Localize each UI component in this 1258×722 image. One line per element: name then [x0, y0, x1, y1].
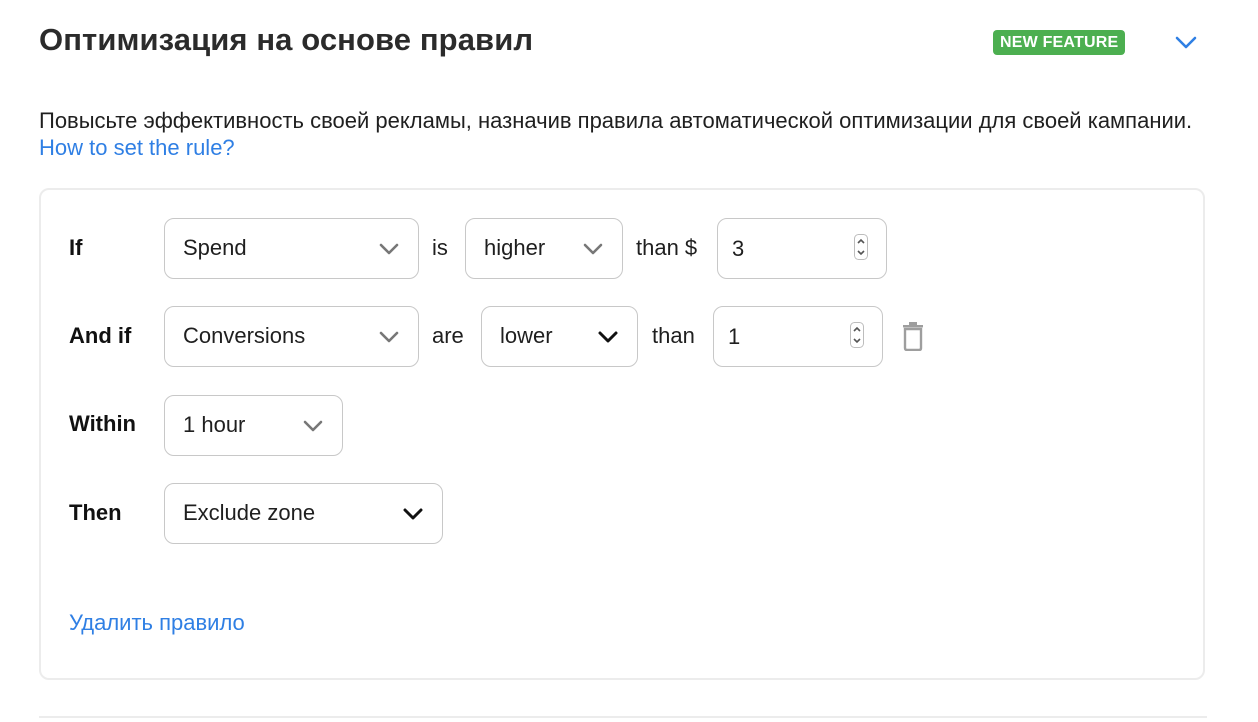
metric-select-2-value: Conversions	[183, 323, 306, 348]
and-if-label: And if	[69, 323, 132, 348]
chevron-down-icon	[583, 243, 603, 255]
comparison-select-2[interactable]: lower	[481, 306, 638, 367]
stepper-icon[interactable]	[854, 234, 868, 260]
comparison-select-2-value: lower	[500, 323, 553, 348]
section-description: Повысьте эффективность своей рекламы, на…	[39, 107, 1214, 161]
if-label: If	[69, 235, 83, 260]
stepper-icon[interactable]	[850, 322, 864, 348]
metric-select-1[interactable]: Spend	[164, 218, 419, 279]
section-header: Оптимизация на основе правил NEW FEATURE	[39, 22, 1207, 66]
than-dollar-text: than $	[636, 235, 698, 260]
than-text: than	[652, 323, 695, 348]
section-title: Оптимизация на основе правил	[39, 22, 534, 57]
spend-value-input[interactable]: 3	[717, 218, 887, 279]
action-select[interactable]: Exclude zone	[164, 483, 443, 544]
action-select-value: Exclude zone	[183, 500, 316, 525]
chevron-down-icon	[379, 243, 399, 255]
new-feature-badge: NEW FEATURE	[993, 30, 1126, 55]
collapse-button[interactable]	[1171, 28, 1201, 58]
metric-select-2[interactable]: Conversions	[164, 306, 419, 367]
within-label: Within	[69, 411, 136, 436]
description-text: Повысьте эффективность своей рекламы, на…	[39, 108, 1193, 133]
are-text: are	[432, 323, 464, 348]
comparison-select-1-value: higher	[484, 235, 546, 260]
chevron-down-icon	[379, 331, 399, 343]
how-to-set-rule-link[interactable]: How to set the rule?	[39, 135, 235, 160]
comparison-select-1[interactable]: higher	[465, 218, 623, 279]
period-select-value: 1 hour	[183, 412, 246, 437]
section-divider	[39, 716, 1207, 718]
chevron-down-icon	[598, 331, 618, 343]
spend-value: 3	[732, 236, 745, 261]
delete-rule-link[interactable]: Удалить правило	[69, 610, 245, 636]
trash-icon[interactable]	[900, 321, 926, 351]
chevron-down-icon	[303, 420, 323, 432]
is-text: is	[432, 235, 448, 260]
then-label: Then	[69, 500, 122, 525]
conversions-value: 1	[728, 324, 741, 349]
conversions-value-input[interactable]: 1	[713, 306, 883, 367]
metric-select-1-value: Spend	[183, 235, 247, 260]
chevron-down-icon	[403, 508, 423, 520]
chevron-down-icon	[1175, 36, 1197, 49]
period-select[interactable]: 1 hour	[164, 395, 343, 456]
